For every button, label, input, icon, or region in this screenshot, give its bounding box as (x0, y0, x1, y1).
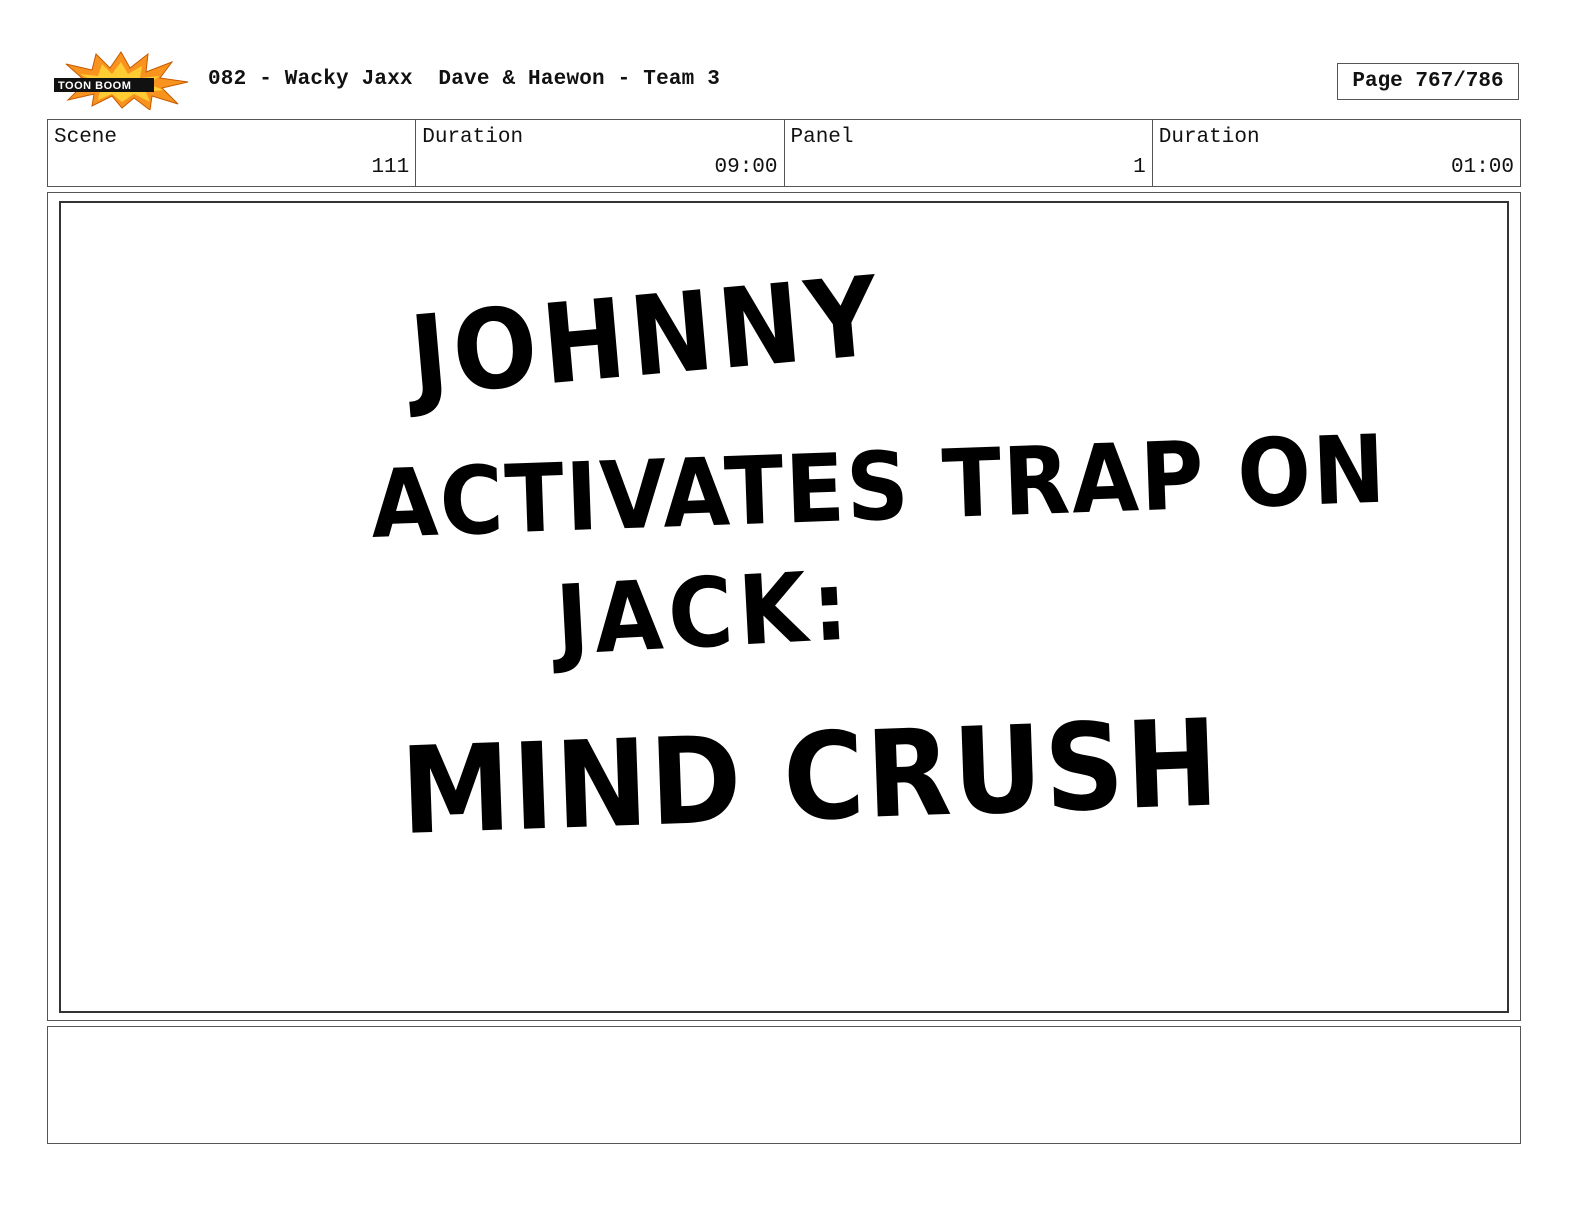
storyboard-title: 082 - Wacky Jaxx Dave & Haewon - Team 3 (208, 68, 721, 91)
logo-burst-icon: TOON BOOM (54, 51, 189, 110)
panel-drawing-area[interactable]: JOHNNY ACTIVATES TRAP ON JACK: MIND CRUS… (59, 201, 1509, 1013)
panel-notes-box[interactable] (47, 1026, 1521, 1144)
scene-label: Scene (54, 126, 118, 149)
page-indicator: Page 767/786 (1337, 63, 1519, 100)
svg-text:TOON BOOM: TOON BOOM (58, 80, 131, 92)
handwritten-line-3: JACK: (553, 549, 856, 677)
handwritten-line-1: JOHNNY (405, 251, 889, 421)
panel-duration-value: 01:00 (1450, 156, 1514, 179)
panel-duration-label: Duration (1158, 126, 1260, 149)
panel-duration-cell: Duration 01:00 (1153, 120, 1520, 186)
panel-label: Panel (790, 126, 854, 149)
scene-cell: Scene 111 (48, 120, 417, 186)
handwritten-line-2: ACTIVATES TRAP ON (369, 415, 1389, 560)
panel-value: 1 (1133, 156, 1146, 179)
scene-duration-value: 09:00 (714, 156, 778, 179)
panel-frame: JOHNNY ACTIVATES TRAP ON JACK: MIND CRUS… (47, 192, 1521, 1021)
scene-duration-cell: Duration 09:00 (416, 120, 785, 186)
scene-value: 111 (371, 156, 410, 179)
scene-duration-label: Duration (422, 126, 524, 149)
scene-info-table: Scene 111 Duration 09:00 Panel 1 Duratio… (47, 119, 1521, 187)
panel-cell: Panel 1 (785, 120, 1153, 186)
toon-boom-logo: TOON BOOM (52, 50, 190, 110)
handwritten-line-4: MIND CRUSH (398, 694, 1223, 862)
